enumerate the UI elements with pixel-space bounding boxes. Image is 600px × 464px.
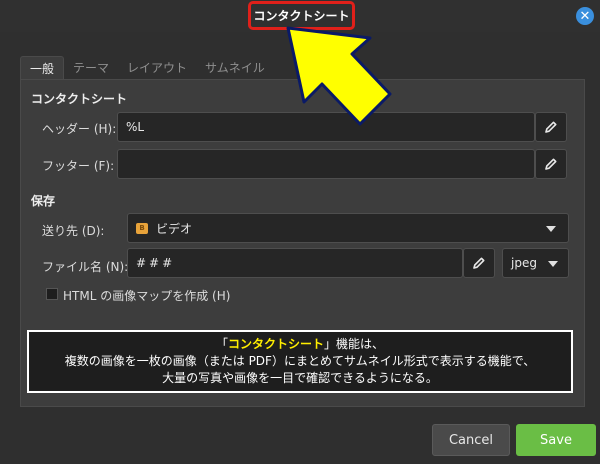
imagemap-checkbox[interactable] (46, 288, 58, 300)
header-value: %L (126, 120, 145, 134)
filename-label: ファイル名 (N): (42, 260, 129, 274)
header-label: ヘッダー (H): (42, 122, 117, 136)
pencil-icon (545, 158, 557, 170)
tab-layout[interactable]: レイアウト (118, 56, 196, 79)
close-icon: ✕ (579, 8, 591, 24)
annotation-line-2: 複数の画像を一枚の画像（または PDF）にまとめてサムネイル形式で表示する機能で… (64, 354, 536, 368)
filename-input[interactable]: ### (127, 248, 463, 278)
save-button[interactable]: Save (516, 424, 596, 456)
filename-value: ### (136, 256, 176, 270)
imagemap-label: HTML の画像マップを作成 (H) (63, 289, 231, 303)
close-button[interactable]: ✕ (576, 7, 594, 25)
format-select[interactable]: jpeg (502, 248, 569, 278)
destination-value: ビデオ (156, 221, 193, 236)
footer-label: フッター (F): (42, 159, 115, 173)
footer-input[interactable] (117, 149, 535, 179)
tab-bar: 一般 テーマ レイアウト サムネイル (20, 55, 274, 79)
header-edit-button[interactable] (535, 112, 567, 142)
annotation-highlight: コンタクトシート (227, 337, 324, 351)
tab-theme[interactable]: テーマ (64, 56, 118, 79)
annotation-line-1: 「コンタクトシート」機能は、 (215, 337, 385, 351)
tab-thumbnail[interactable]: サムネイル (196, 56, 274, 79)
annotation-box: 「コンタクトシート」機能は、 複数の画像を一枚の画像（または PDF）にまとめて… (27, 330, 573, 393)
tab-general[interactable]: 一般 (20, 56, 65, 79)
contact-sheet-section-title: コンタクトシート (31, 92, 128, 106)
destination-label: 送り先 (D): (42, 224, 105, 238)
format-value: jpeg (511, 256, 537, 270)
pencil-icon (473, 257, 485, 269)
save-section-title: 保存 (31, 194, 56, 208)
cancel-button[interactable]: Cancel (432, 424, 510, 456)
folder-icon: B (136, 222, 148, 234)
destination-select[interactable]: B ビデオ (127, 213, 569, 243)
pencil-icon (545, 121, 557, 133)
chevron-down-icon (546, 226, 556, 232)
footer-edit-button[interactable] (535, 149, 567, 179)
annotation-line-3: 大量の写真や画像を一目で確認できるようになる。 (162, 371, 438, 385)
filename-edit-button[interactable] (463, 248, 495, 278)
chevron-down-icon (548, 261, 558, 267)
pointer-arrow-icon (286, 26, 392, 126)
